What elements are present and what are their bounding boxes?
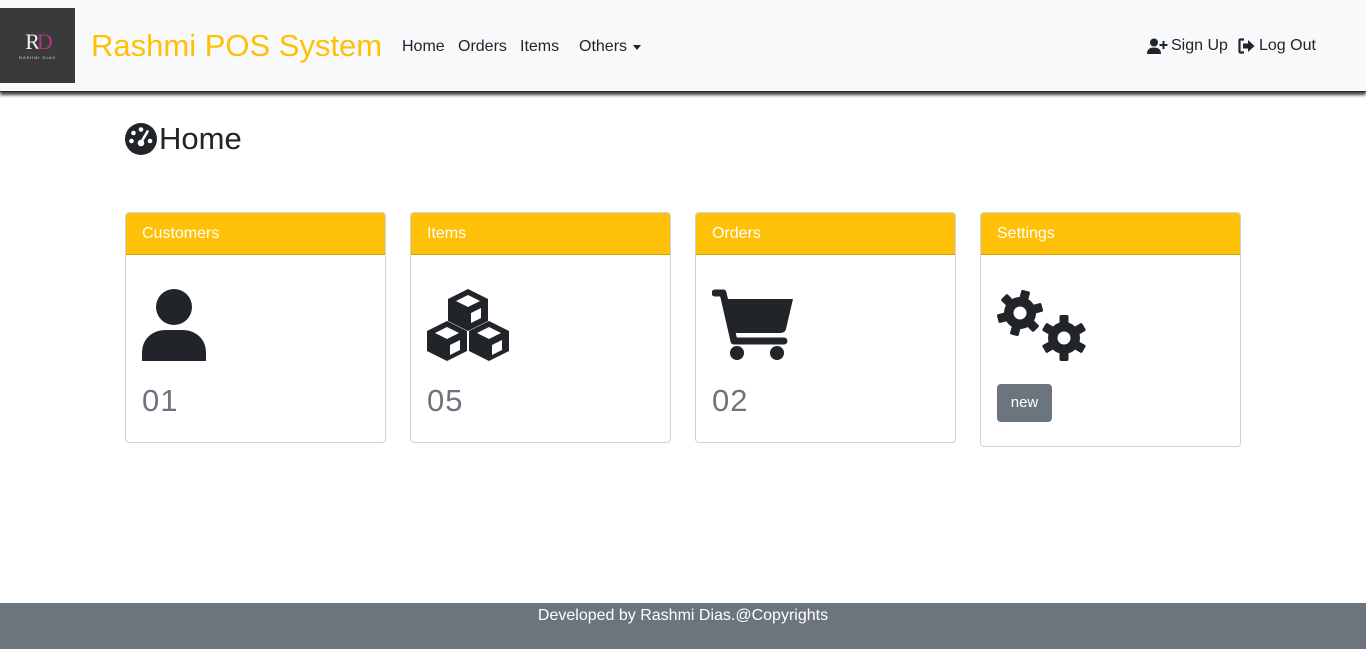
gears-icon bbox=[997, 289, 1087, 361]
caret-down-icon bbox=[633, 45, 642, 50]
settings-card[interactable]: Settings new bbox=[980, 212, 1241, 447]
sign-up-link[interactable]: Sign Up bbox=[1147, 36, 1228, 56]
gauge-icon bbox=[125, 123, 157, 155]
cubes-icon bbox=[427, 289, 509, 361]
logo-subtext: RASHMI DIAS bbox=[18, 55, 56, 60]
items-count: 05 bbox=[427, 383, 464, 418]
nav-link-orders[interactable]: Orders bbox=[458, 37, 507, 57]
page-title-text: Home bbox=[159, 121, 242, 156]
orders-card[interactable]: Orders 02 bbox=[695, 212, 956, 443]
orders-card-header: Orders bbox=[696, 213, 955, 255]
brand-title[interactable]: Rashmi POS System bbox=[91, 27, 382, 65]
items-card-header: Items bbox=[411, 213, 670, 255]
navbar: RD RASHMI DIAS Rashmi POS System Home Or… bbox=[0, 0, 1366, 92]
log-out-label: Log Out bbox=[1259, 37, 1316, 54]
user-plus-icon bbox=[1147, 38, 1168, 54]
items-card[interactable]: Items 05 bbox=[410, 212, 671, 443]
new-setting-button[interactable]: new bbox=[997, 384, 1052, 422]
log-out-link[interactable]: Log Out bbox=[1238, 36, 1316, 56]
sign-up-label: Sign Up bbox=[1171, 37, 1228, 54]
nav-dropdown-others-label: Others bbox=[579, 38, 628, 55]
page-title: Home bbox=[125, 121, 242, 157]
nav-link-home[interactable]: Home bbox=[402, 37, 445, 57]
footer-text: Developed by Rashmi Dias.@Copyrights bbox=[537, 607, 829, 624]
nav-dropdown-others[interactable]: Others bbox=[579, 37, 642, 57]
customers-card-body: 01 bbox=[126, 255, 385, 442]
customers-card-header: Customers bbox=[126, 213, 385, 255]
logo[interactable]: RD RASHMI DIAS bbox=[0, 8, 75, 83]
user-icon bbox=[142, 289, 206, 361]
nav-link-items[interactable]: Items bbox=[520, 37, 559, 57]
sign-out-icon bbox=[1238, 38, 1255, 54]
customers-card[interactable]: Customers 01 bbox=[125, 212, 386, 443]
settings-card-body: new bbox=[981, 255, 1240, 446]
footer: Developed by Rashmi Dias.@Copyrights bbox=[0, 603, 1366, 649]
cart-icon bbox=[712, 289, 793, 360]
settings-card-header: Settings bbox=[981, 213, 1240, 255]
customers-count: 01 bbox=[142, 383, 179, 418]
logo-monogram: RD bbox=[25, 29, 53, 54]
orders-count: 02 bbox=[712, 383, 749, 418]
items-card-body: 05 bbox=[411, 255, 670, 442]
orders-card-body: 02 bbox=[696, 255, 955, 442]
